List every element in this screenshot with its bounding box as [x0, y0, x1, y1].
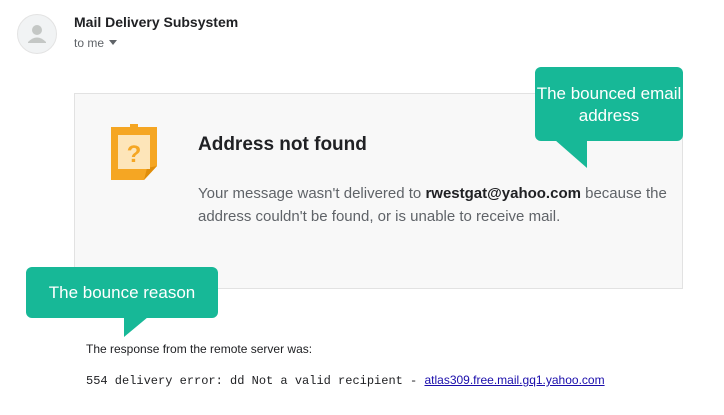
bounced-address-callout: The bounced email address [535, 67, 683, 168]
bounce-message: Your message wasn't delivered to rwestga… [198, 182, 668, 228]
email-view: Mail Delivery Subsystem to me ? Address … [0, 0, 724, 415]
sender-name: Mail Delivery Subsystem [74, 14, 239, 30]
bounce-message-prefix: Your message wasn't delivered to [198, 185, 426, 202]
recipient-details-toggle[interactable]: to me [74, 36, 118, 50]
server-response-line: 554 delivery error: dd Not a valid recip… [86, 373, 605, 388]
person-icon [28, 25, 46, 43]
recipient-label: to me [74, 36, 105, 50]
sender-avatar[interactable] [17, 14, 57, 54]
bounce-title: Address not found [198, 134, 367, 155]
bounce-reason-callout: The bounce reason [26, 267, 218, 337]
svg-text:?: ? [127, 141, 142, 168]
server-hostname-link[interactable]: atlas309.free.mail.gq1.yahoo.com [424, 373, 604, 387]
chevron-down-icon [109, 40, 118, 45]
question-note-icon: ? [111, 124, 157, 180]
server-error-text: 554 delivery error: dd Not a valid recip… [86, 374, 425, 388]
server-response-label: The response from the remote server was: [86, 342, 313, 356]
bounced-address: rwestgat@yahoo.com [425, 185, 581, 202]
